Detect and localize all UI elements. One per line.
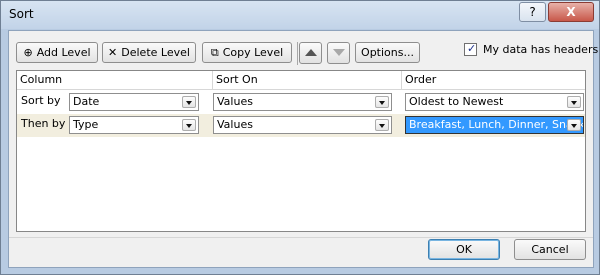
dropdown-value: Values	[217, 118, 253, 131]
options-button[interactable]: Options...	[355, 42, 420, 63]
copy-level-icon: ⧉	[210, 46, 219, 59]
column-header: Column	[17, 71, 213, 89]
row-label: Sort by	[21, 94, 61, 107]
delete-level-label: Delete Level	[121, 46, 190, 59]
help-button[interactable]: ?	[519, 2, 546, 22]
footer-separator	[9, 237, 593, 238]
dropdown-arrow-icon[interactable]	[182, 119, 196, 131]
move-down-icon	[333, 49, 345, 56]
copy-level-button[interactable]: ⧉ Copy Level	[202, 42, 292, 63]
checkmark-icon: ✓	[467, 42, 477, 55]
close-button[interactable]: X	[548, 2, 594, 22]
move-up-button[interactable]	[299, 42, 322, 64]
dropdown-arrow-icon[interactable]	[375, 96, 389, 108]
cancel-button[interactable]: Cancel	[514, 239, 586, 260]
add-level-label: Add Level	[36, 46, 91, 59]
add-level-icon: ⊕	[23, 46, 33, 59]
dialog-client-area: ⊕ Add Level ✕ Delete Level ⧉ Copy Level Opt…	[8, 30, 598, 268]
ok-button[interactable]: OK	[428, 239, 500, 260]
order-dropdown[interactable]: Oldest to Newest	[405, 93, 584, 111]
dropdown-value: Breakfast, Lunch, Dinner, Snacks	[409, 118, 583, 131]
sort-dialog: Sort ? X ⊕ Add Level ✕ Delete Level ⧉ Copy …	[0, 0, 600, 275]
order-header: Order	[405, 73, 437, 86]
sort-levels-grid: Column Sort On Order Sort by Date Values…	[16, 70, 586, 232]
my-data-has-headers-label: My data has headers	[483, 43, 599, 56]
my-data-has-headers-checkbox[interactable]: ✓	[464, 42, 477, 56]
dropdown-value: Date	[73, 95, 100, 108]
dialog-title: Sort	[9, 7, 34, 21]
sort-level-row[interactable]: Then by Type Values Breakfast, Lunch, Di…	[17, 114, 585, 137]
column-dropdown[interactable]: Date	[69, 93, 199, 111]
dropdown-value: Values	[217, 95, 253, 108]
dropdown-arrow-icon[interactable]	[567, 119, 581, 131]
move-down-button[interactable]	[327, 42, 350, 64]
toolbar-separator	[297, 42, 298, 65]
sort-level-row[interactable]: Sort by Date Values Oldest to Newest	[17, 91, 585, 114]
column-dropdown[interactable]: Type	[69, 116, 199, 134]
sort-on-dropdown[interactable]: Values	[213, 116, 392, 134]
row-label: Then by	[21, 117, 66, 130]
dropdown-arrow-icon[interactable]	[375, 119, 389, 131]
delete-level-icon: ✕	[108, 46, 118, 59]
add-level-button[interactable]: ⊕ Add Level	[16, 42, 98, 63]
sort-on-dropdown[interactable]: Values	[213, 93, 392, 111]
copy-level-label: Copy Level	[222, 46, 284, 59]
title-bar: Sort ? X	[1, 1, 599, 29]
sort-on-header: Sort On	[213, 71, 402, 89]
dropdown-value: Type	[73, 118, 99, 131]
move-up-icon	[305, 49, 317, 56]
delete-level-button[interactable]: ✕ Delete Level	[102, 42, 196, 63]
dropdown-arrow-icon[interactable]	[182, 96, 196, 108]
dropdown-arrow-icon[interactable]	[567, 96, 581, 108]
order-dropdown[interactable]: Breakfast, Lunch, Dinner, Snacks	[405, 116, 584, 134]
grid-header: Column Sort On Order	[17, 71, 585, 90]
dropdown-value: Oldest to Newest	[409, 95, 504, 108]
